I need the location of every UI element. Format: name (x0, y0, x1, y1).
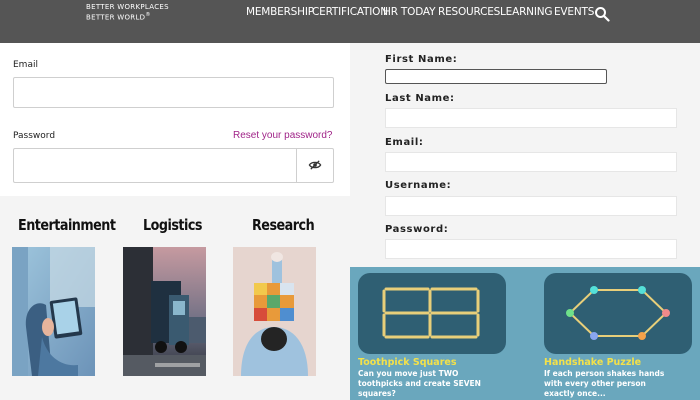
nav-resources[interactable]: RESOURCES (438, 6, 500, 22)
brand-line-2: BETTER WORLD® (86, 12, 151, 22)
industry-title-logistics[interactable]: Logistics (143, 216, 203, 234)
brand-line-1: BETTER WORKPLACES (86, 3, 169, 11)
toothpick-grid-icon (382, 287, 480, 339)
brand-logo[interactable]: BETTER WORKPLACES BETTER WORLD® (86, 3, 169, 21)
toothpick-squares-description: Can you move just TWO toothpicks and cre… (358, 369, 481, 398)
truck-image[interactable] (123, 247, 206, 376)
search-icon[interactable] (594, 6, 610, 22)
last-name-input[interactable] (385, 108, 677, 128)
person-holding-rubiks-cube-image[interactable] (233, 247, 316, 376)
email-input[interactable] (13, 77, 334, 108)
handshake-puzzle-card[interactable] (544, 273, 692, 354)
first-name-label: First Name: (385, 54, 458, 65)
email-label-signup: Email: (385, 137, 424, 148)
password-label: Password (13, 131, 56, 141)
password-input[interactable] (13, 148, 297, 183)
handshake-puzzle-title[interactable]: Handshake Puzzle (544, 357, 641, 368)
reset-password-link[interactable]: Reset your password? (233, 130, 333, 141)
password-label-signup: Password: (385, 224, 449, 235)
top-navigation-bar: BETTER WORKPLACES BETTER WORLD® MEMBERSH… (0, 0, 700, 43)
username-input[interactable] (385, 196, 677, 216)
nav-certification[interactable]: CERTIFICATION (312, 6, 388, 22)
first-name-input[interactable] (385, 69, 607, 84)
hexagon-people-icon (566, 286, 670, 340)
nav-events[interactable]: EVENTS (554, 6, 594, 22)
email-label: Email (13, 60, 38, 70)
nav-membership[interactable]: MEMBERSHIP (246, 6, 314, 22)
nav-hr-today[interactable]: HR TODAY (383, 6, 435, 22)
password-input-signup[interactable] (385, 239, 677, 259)
nav-learning[interactable]: LEARNING (500, 6, 553, 22)
email-input-signup[interactable] (385, 152, 677, 172)
eye-slash-icon (308, 160, 322, 170)
last-name-label: Last Name: (385, 93, 455, 104)
industry-title-research[interactable]: Research (252, 216, 315, 234)
industry-title-entertainment[interactable]: Entertainment (18, 216, 116, 234)
password-visibility-toggle[interactable] (296, 148, 334, 183)
handshake-puzzle-description: If each person shakes hands with every o… (544, 369, 665, 398)
person-using-tablet-image[interactable] (12, 247, 95, 376)
toothpick-squares-title[interactable]: Toothpick Squares (358, 357, 457, 368)
toothpick-squares-card[interactable] (358, 273, 506, 354)
username-label: Username: (385, 180, 452, 191)
brand-mark: ® (145, 12, 151, 18)
